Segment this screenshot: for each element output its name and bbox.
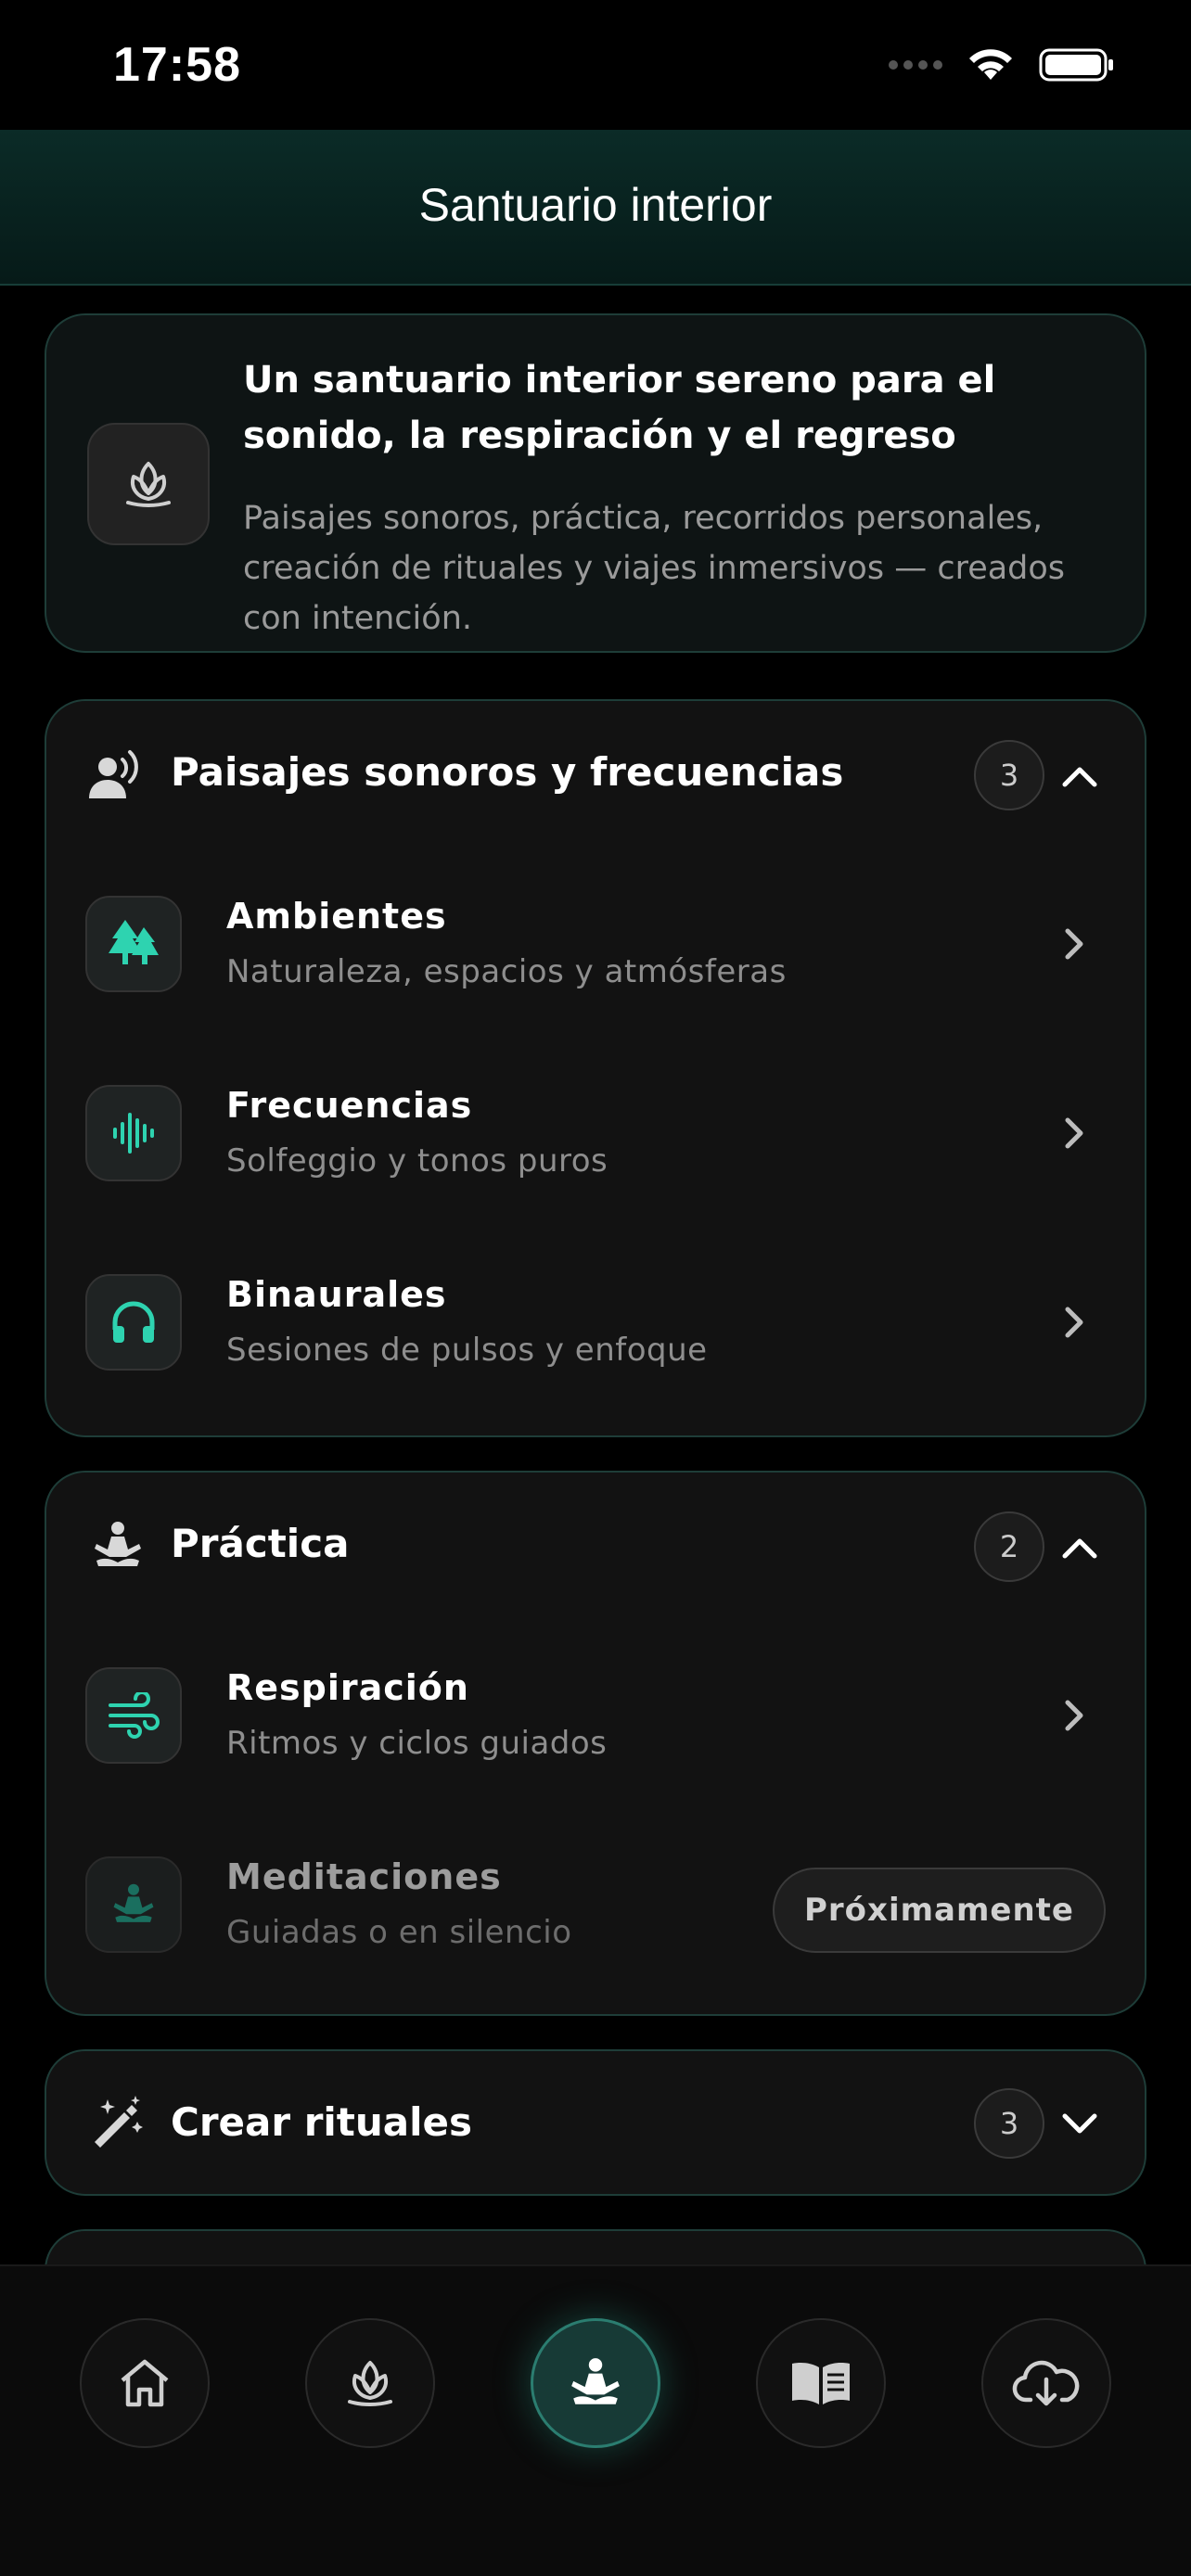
count-badge: 3 [974,2088,1044,2159]
section-header-rituals[interactable]: Crear rituales 3 [46,2051,1145,2198]
item-title: Respiración [226,1667,469,1708]
bottom-tab-bar [0,2264,1191,2576]
section-title: Crear rituales [171,2099,473,2145]
tab-sanctuary[interactable] [305,2318,435,2448]
chevron-right-icon [1056,1697,1093,1734]
item-title: Frecuencias [226,1085,473,1126]
chevron-up-icon[interactable] [1057,1524,1102,1569]
person-sound-icon [85,742,150,807]
section-soundscapes: Paisajes sonoros y frecuencias 3 Ambient… [45,699,1146,1437]
item-subtitle: Naturaleza, espacios y atmósferas [226,953,787,990]
tab-downloads[interactable] [981,2318,1111,2448]
wind-icon [109,1692,160,1739]
chevron-down-icon[interactable] [1057,2101,1102,2146]
item-subtitle: Guiadas o en silencio [226,1914,572,1951]
list-item-ambientes[interactable]: Ambientes Naturaleza, espacios y atmósfe… [46,849,1145,1039]
list-item-frecuencias[interactable]: Frecuencias Solfeggio y tonos puros [46,1039,1145,1228]
intro-description: Paisajes sonoros, práctica, recorridos p… [243,500,1066,637]
section-rituals: Crear rituales 3 [45,2049,1146,2196]
book-icon [792,2363,850,2404]
list-item-respiracion[interactable]: Respiración Ritmos y ciclos guiados [46,1621,1145,1810]
row-icon-box [85,1274,182,1371]
meditation-icon [571,2358,620,2404]
section-header-practice[interactable]: Práctica 2 [46,1473,1145,1621]
list-item-meditaciones: Meditaciones Guiadas o en silencio Próxi… [46,1810,1145,1999]
magic-wand-icon [85,2090,150,2155]
section-header-soundscapes[interactable]: Paisajes sonoros y frecuencias 3 [46,701,1145,849]
section-next-partial [45,2229,1146,2264]
intro-card: Un santuario interior sereno para el son… [45,313,1146,653]
cloud-download-icon [1012,2360,1080,2406]
section-title: Práctica [171,1521,350,1566]
status-bar: 17:58 [0,0,1191,130]
headphones-icon [112,1301,155,1343]
list-item-binaurales[interactable]: Binaurales Sesiones de pulsos y enfoque [46,1228,1145,1417]
item-title: Ambientes [226,896,447,937]
home-icon [121,2359,169,2407]
item-title: Meditaciones [226,1856,502,1897]
section-title: Paisajes sonoros y frecuencias [171,749,844,795]
nav-header: Santuario interior [0,130,1191,286]
item-subtitle: Ritmos y ciclos guiados [226,1725,608,1762]
row-icon-box [85,1085,182,1181]
wifi-icon [969,49,1012,80]
item-title: Binaurales [226,1274,447,1315]
tab-home[interactable] [80,2318,210,2448]
meditation-icon [113,1883,154,1922]
row-icon-box [85,1667,182,1764]
lotus-icon [126,462,171,507]
row-icon-box [85,1856,182,1953]
coming-soon-badge: Próximamente [772,1868,1106,1953]
scroll-content[interactable]: Un santuario interior sereno para el son… [0,287,1191,2264]
status-indicators [889,46,1115,83]
waveform-icon [113,1113,154,1154]
chevron-right-icon [1056,1304,1093,1341]
count-badge: 2 [974,1511,1044,1582]
intro-title: Un santuario interior sereno para el son… [243,359,996,457]
status-time: 17:58 [113,38,241,92]
tab-practice[interactable] [531,2318,660,2448]
tab-journal[interactable] [756,2318,886,2448]
section-practice: Práctica 2 Respiración Ritmos y ciclos g… [45,1471,1146,2016]
meditation-icon [85,1513,150,1578]
chevron-up-icon[interactable] [1057,753,1102,797]
item-subtitle: Sesiones de pulsos y enfoque [226,1332,708,1369]
battery-icon [1039,48,1113,82]
chevron-right-icon [1056,1115,1093,1152]
item-subtitle: Solfeggio y tonos puros [226,1142,608,1180]
count-badge: 3 [974,740,1044,810]
page-title: Santuario interior [418,179,773,231]
signal-icon [889,60,942,70]
intro-icon-box [87,423,210,545]
lotus-icon [348,2361,392,2406]
trees-icon [109,920,159,964]
row-icon-box [85,896,182,992]
chevron-right-icon [1056,925,1093,963]
